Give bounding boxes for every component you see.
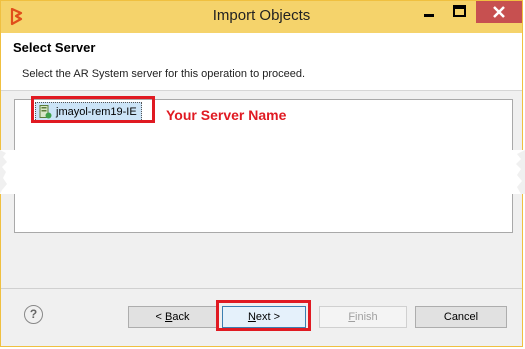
close-button[interactable] [476,1,522,23]
minimize-button[interactable] [415,1,443,23]
next-highlight-box [216,300,311,331]
finish-label: inish [355,311,378,323]
wizard-header: Select Server Select the AR System serve… [1,33,522,91]
maximize-icon [453,5,466,17]
back-prefix: < [155,311,165,323]
footer-separator [1,288,522,289]
server-annotation: Your Server Name [166,107,287,123]
page-description: Select the AR System server for this ope… [22,68,306,80]
server-highlight-box [31,96,155,123]
back-label: ack [172,311,190,323]
torn-edge-shape [0,150,525,194]
close-icon [493,6,505,18]
help-icon[interactable]: ? [24,305,43,324]
page-title: Select Server [13,40,96,55]
title-bar[interactable]: Import Objects [1,1,522,33]
torn-edge-band [0,150,525,194]
finish-button: Finish [319,306,407,328]
cancel-button[interactable]: Cancel [415,306,507,328]
back-button[interactable]: < Back [128,306,217,328]
maximize-button[interactable] [443,1,476,23]
minimize-icon [424,14,434,17]
